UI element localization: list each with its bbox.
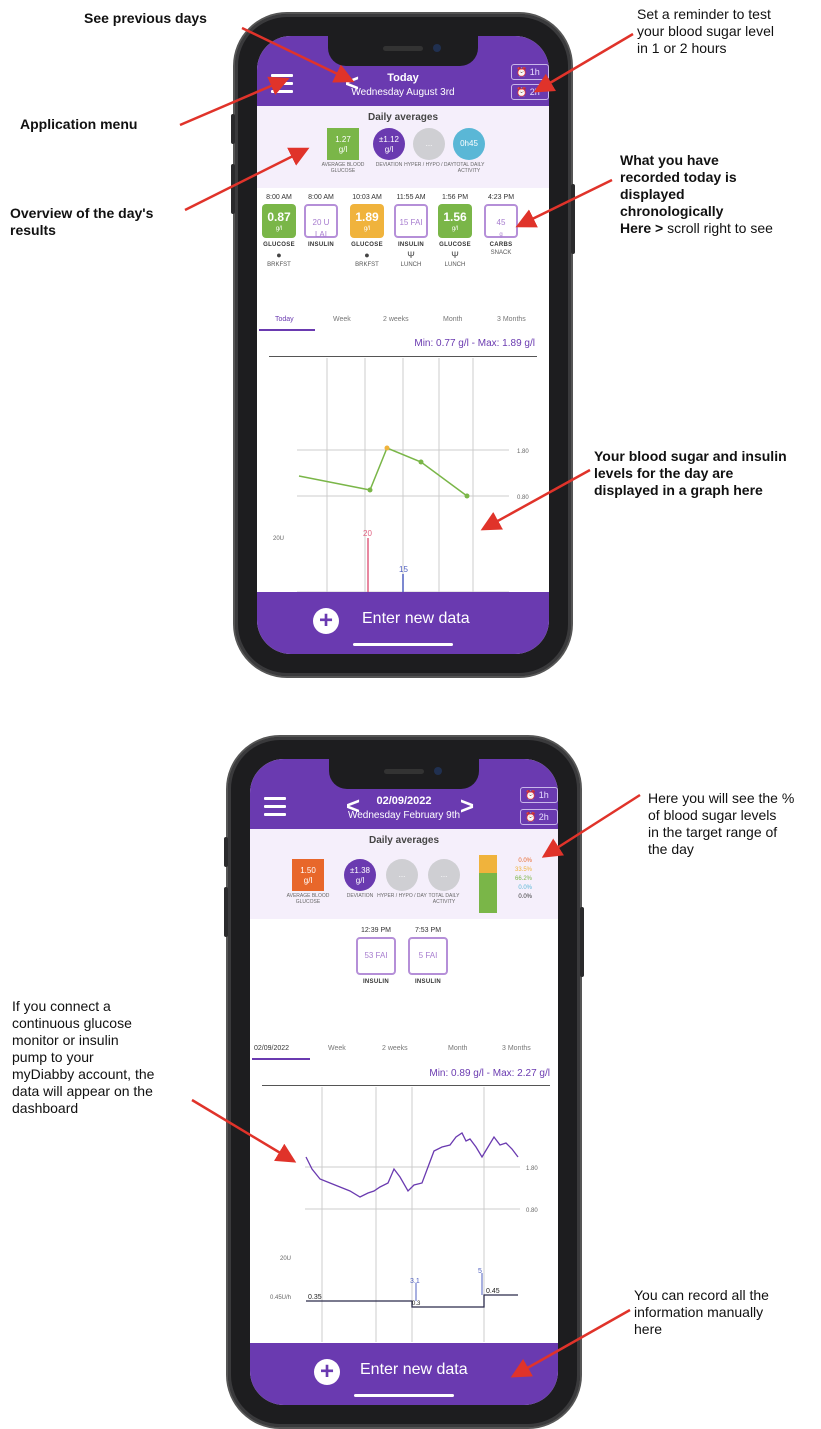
- annotation-arrows: [179, 26, 641, 1378]
- arrow-manual: [510, 1308, 631, 1378]
- arrow-target-range: [541, 793, 641, 858]
- notch: [329, 759, 479, 789]
- arrow-cgm: [191, 1098, 297, 1163]
- arrow-recorded: [515, 178, 613, 228]
- notch: [328, 36, 478, 66]
- arrow-reminder: [533, 32, 634, 93]
- arrow-app-menu: [179, 76, 290, 127]
- arrow-graph: [480, 468, 591, 531]
- arrow-overview: [184, 147, 310, 212]
